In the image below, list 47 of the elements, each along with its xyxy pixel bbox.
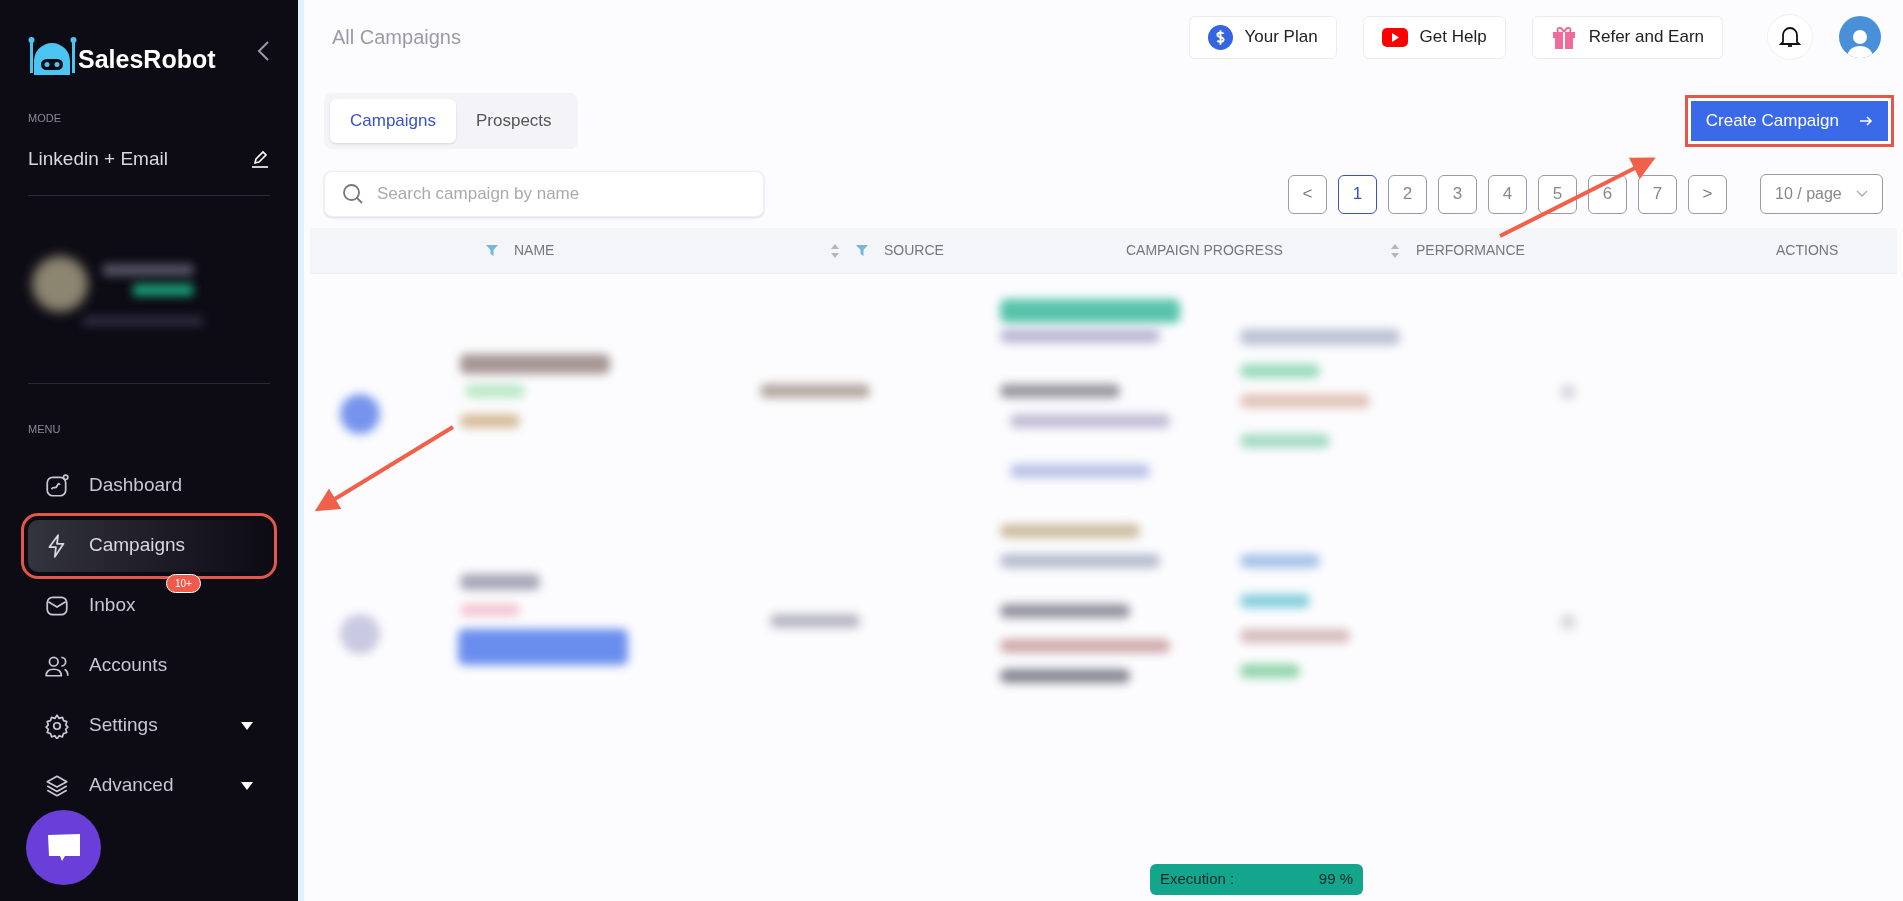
execution-label: Execution : <box>1160 869 1235 890</box>
bell-icon <box>1779 25 1801 49</box>
column-header: CAMPAIGN PROGRESS <box>1126 241 1283 260</box>
column-header: NAME <box>514 241 555 260</box>
brand-name: SalesRobot <box>78 44 216 76</box>
header-button[interactable]: Your Plan <box>1188 15 1337 59</box>
nav-item[interactable]: Accounts <box>28 639 270 692</box>
chart-icon <box>44 472 70 499</box>
mode-value: Linkedin + Email <box>28 146 168 171</box>
nav-item[interactable]: Advanced <box>28 759 270 812</box>
section-label: MENU <box>28 422 62 437</box>
execution-value: 99 % <box>1318 869 1353 890</box>
page-button[interactable]: 3 <box>1438 174 1477 214</box>
dropdown-caret-icon <box>240 780 254 791</box>
search-field[interactable]: Search campaign by name <box>324 171 764 217</box>
collapse-button[interactable] <box>256 40 270 62</box>
previous-page-button[interactable]: < <box>1288 174 1327 214</box>
dollar-icon <box>1207 24 1233 50</box>
page-title: All Campaigns <box>332 25 461 50</box>
search-icon <box>342 183 364 205</box>
settings-icon <box>44 712 70 739</box>
tab[interactable]: Campaigns <box>330 99 456 143</box>
header-button[interactable]: Refer and Earn <box>1531 15 1723 59</box>
notification-button[interactable] <box>1767 14 1813 60</box>
section-label: MODE <box>28 111 62 126</box>
page-button[interactable]: 1 <box>1338 174 1377 214</box>
next-page-button[interactable]: > <box>1688 174 1727 214</box>
count-badge: 10+ <box>166 573 201 593</box>
nav-item[interactable]: Settings <box>28 699 270 752</box>
chevron-down-icon <box>1856 190 1868 198</box>
edit-icon[interactable] <box>250 148 270 169</box>
column-header: ACTIONS <box>1776 241 1839 260</box>
column-header: PERFORMANCE <box>1416 241 1525 260</box>
page-button[interactable]: 4 <box>1488 174 1527 214</box>
dropdown-caret-icon <box>240 720 254 731</box>
gift-icon <box>1550 24 1577 50</box>
avatar[interactable] <box>1839 16 1881 58</box>
nav-item[interactable]: Dashboard <box>28 459 270 512</box>
arrow-right-icon <box>1859 115 1873 127</box>
column-header: SOURCE <box>884 241 944 260</box>
page-button[interactable]: 2 <box>1388 174 1427 214</box>
create-campaign-button[interactable]: Create Campaign <box>1684 95 1894 147</box>
play-icon <box>1381 27 1408 47</box>
tab[interactable]: Prospects <box>456 99 572 143</box>
header-button[interactable]: Get Help <box>1362 15 1506 59</box>
page-button[interactable]: 7 <box>1638 174 1677 214</box>
page-size-select[interactable]: 10 / page <box>1760 174 1883 214</box>
